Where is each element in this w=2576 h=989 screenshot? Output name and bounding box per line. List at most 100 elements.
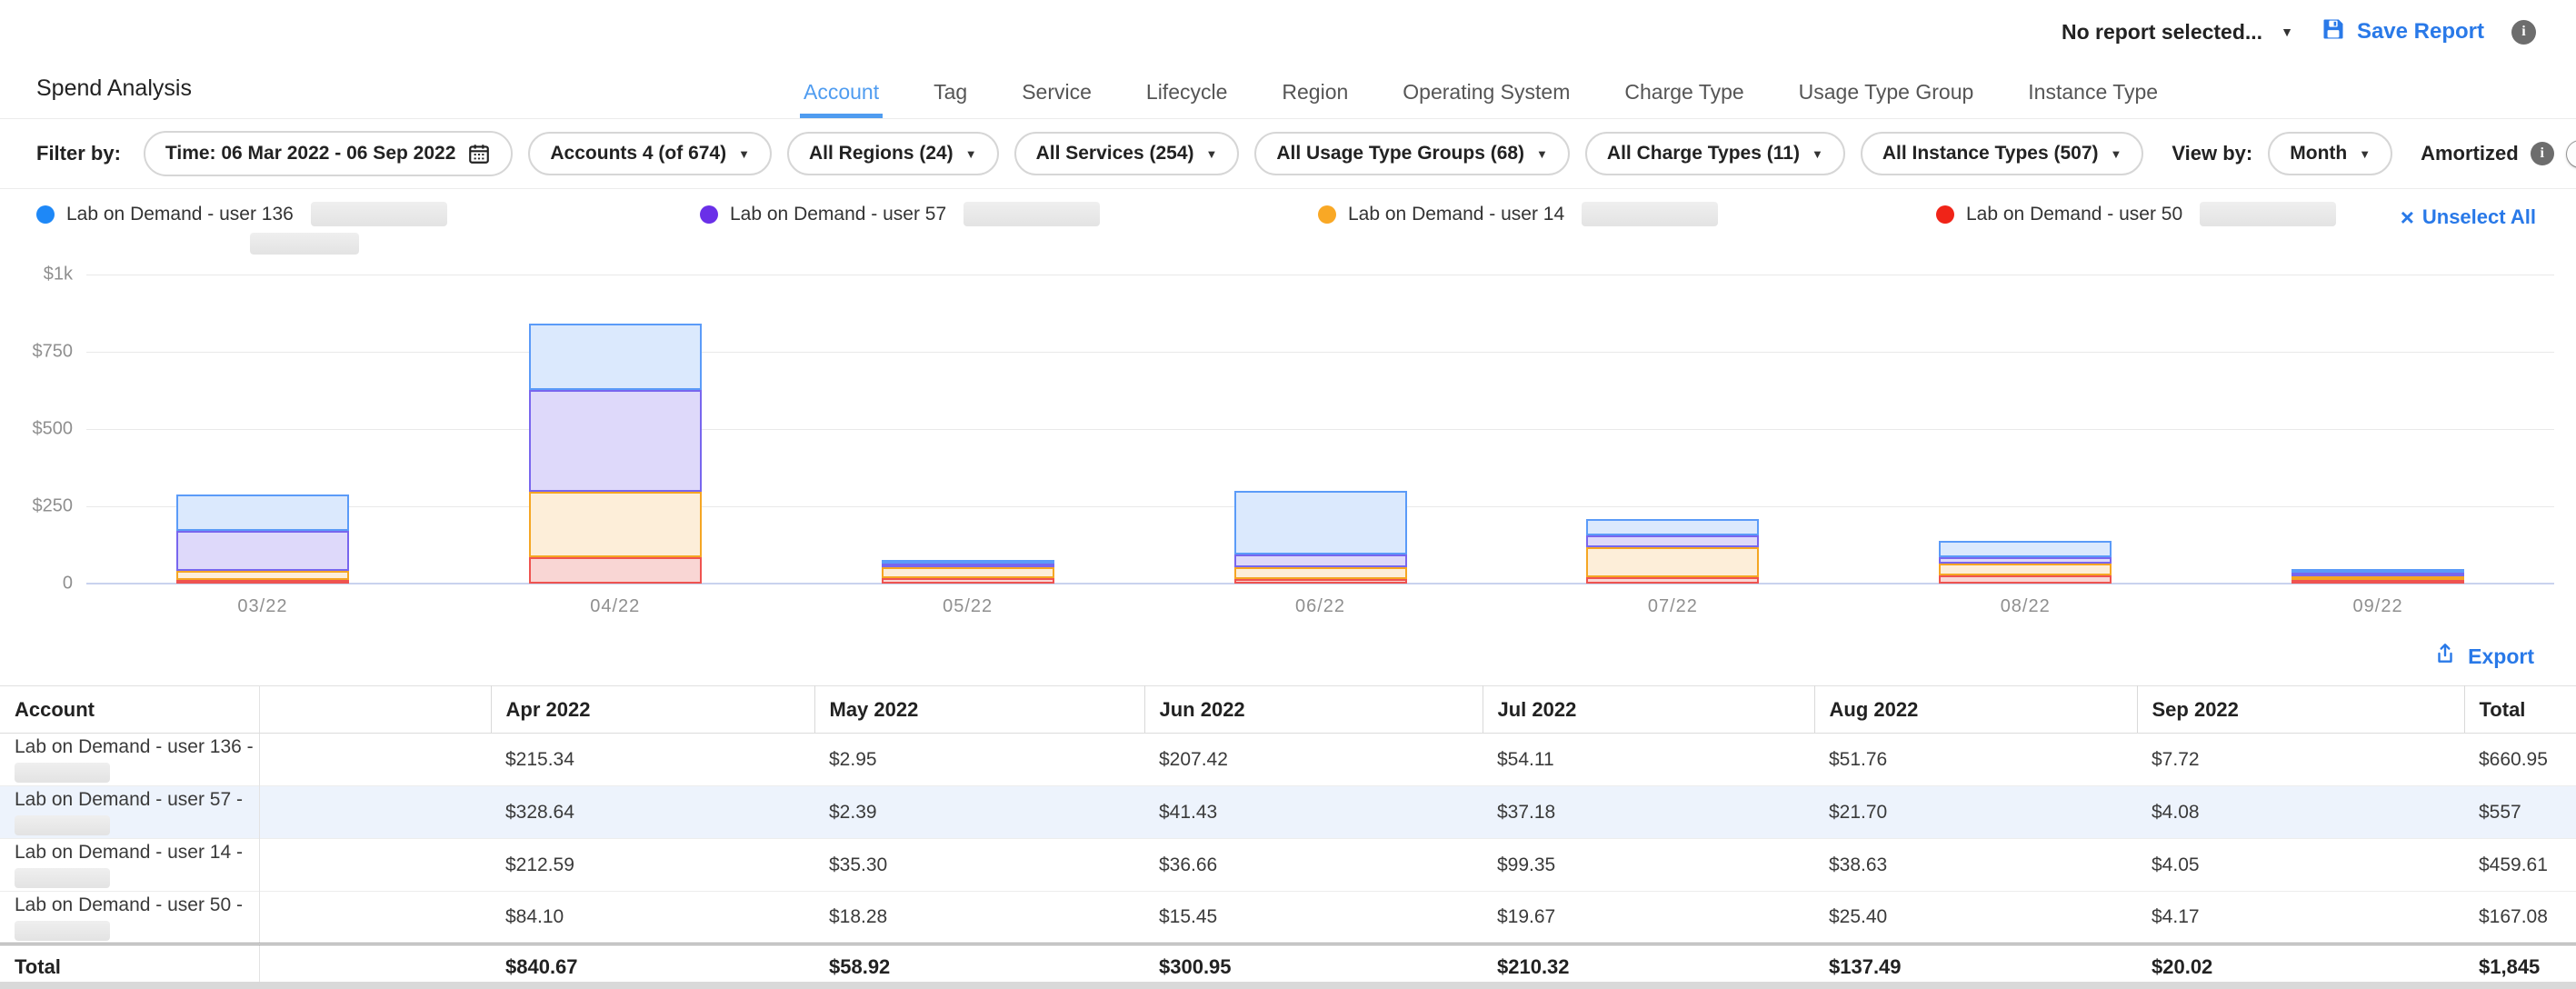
filter-pill-label: All Services (254) — [1036, 143, 1194, 165]
bar-segment-lab-on-demand-user-136[interactable] — [1586, 519, 1759, 535]
bar-segment-lab-on-demand-user-136[interactable] — [176, 494, 349, 532]
bar-segment-lab-on-demand-user-57[interactable] — [1586, 535, 1759, 547]
tab-tag[interactable]: Tag — [930, 80, 971, 118]
value-cell: $19.67 — [1483, 892, 1814, 944]
toggle-knob — [2567, 141, 2576, 167]
save-report-button[interactable]: Save Report — [2321, 16, 2484, 48]
column-header-jun-2022: Jun 2022 — [1144, 686, 1483, 734]
y-axis-labels: $1k$750$500$2500 — [0, 275, 73, 584]
chevron-down-icon: ▼ — [2359, 148, 2371, 160]
export-button[interactable]: Export — [2433, 642, 2534, 671]
redacted-text — [15, 763, 110, 783]
report-selector-dropdown[interactable]: No report selected... ▼ — [2062, 20, 2293, 45]
chevron-down-icon: ▼ — [1536, 148, 1548, 160]
info-icon[interactable]: i — [2511, 20, 2536, 45]
bar-segment-lab-on-demand-user-50[interactable] — [2291, 580, 2464, 584]
value-cell: $660.95 — [2464, 734, 2576, 786]
bar-segment-lab-on-demand-user-136[interactable] — [1234, 491, 1407, 555]
account-name: Lab on Demand - user 57 - — [15, 789, 254, 811]
bar-segment-lab-on-demand-user-136[interactable] — [1939, 541, 2112, 557]
filter-pill-all-instance-types[interactable]: All Instance Types (507)▼ — [1861, 132, 2144, 175]
amortized-toggle[interactable] — [2566, 140, 2576, 168]
x-tick-label: 05/22 — [792, 596, 1144, 617]
filter-pill-time-06-mar-2022-06-sep-2022[interactable]: Time: 06 Mar 2022 - 06 Sep 2022 — [144, 131, 513, 176]
filter-pill-all-regions[interactable]: All Regions (24)▼ — [787, 132, 999, 175]
stacked-bar-09-22[interactable] — [2291, 569, 2464, 584]
bar-segment-lab-on-demand-user-14[interactable] — [1234, 567, 1407, 578]
legend-item-lab-on-demand-user-50[interactable]: Lab on Demand - user 50 — [1936, 202, 2336, 255]
filter-pill-accounts-4[interactable]: Accounts 4 (of 674)▼ — [528, 132, 772, 175]
tab-service[interactable]: Service — [1018, 80, 1095, 118]
stacked-bar-06-22[interactable] — [1234, 491, 1407, 584]
spend-table: AccountApr 2022May 2022Jun 2022Jul 2022A… — [0, 685, 2576, 989]
column-header-aug-2022: Aug 2022 — [1814, 686, 2137, 734]
bar-segment-lab-on-demand-user-14[interactable] — [882, 567, 1054, 578]
tab-operating-system[interactable]: Operating System — [1399, 80, 1573, 118]
tab-lifecycle[interactable]: Lifecycle — [1143, 80, 1231, 118]
chevron-down-icon: ▼ — [1812, 148, 1823, 160]
export-icon — [2433, 642, 2457, 671]
value-cell: $7.72 — [2137, 734, 2464, 786]
tab-region[interactable]: Region — [1278, 80, 1352, 118]
filter-pill-label: All Charge Types (11) — [1607, 143, 1800, 165]
bar-segment-lab-on-demand-user-50[interactable] — [1234, 579, 1407, 584]
x-tick-label: 07/22 — [1496, 596, 1849, 617]
series-color-dot — [700, 205, 718, 224]
value-cell: $215.34 — [491, 734, 814, 786]
bar-segment-lab-on-demand-user-14[interactable] — [1586, 547, 1759, 578]
view-by-dropdown[interactable]: Month ▼ — [2268, 132, 2392, 175]
filter-pill-all-charge-types[interactable]: All Charge Types (11) ▼ — [1585, 132, 1845, 175]
tab-account[interactable]: Account — [800, 80, 883, 118]
bar-segment-lab-on-demand-user-50[interactable] — [1939, 575, 2112, 584]
column-header-sep-2022: Sep 2022 — [2137, 686, 2464, 734]
filter-pill-all-services[interactable]: All Services (254)▼ — [1014, 132, 1240, 175]
bar-segment-lab-on-demand-user-57[interactable] — [1939, 557, 2112, 564]
stacked-bar-07-22[interactable] — [1586, 519, 1759, 584]
bar-slot-06-22 — [1144, 275, 1497, 584]
filter-bar: Filter by: Time: 06 Mar 2022 - 06 Sep 20… — [0, 119, 2576, 189]
bar-segment-lab-on-demand-user-50[interactable] — [529, 557, 702, 584]
series-color-dot — [1936, 205, 1954, 224]
filter-pill-label: Time: 06 Mar 2022 - 06 Sep 2022 — [165, 143, 455, 165]
bar-segment-lab-on-demand-user-50[interactable] — [1586, 577, 1759, 584]
legend-bar: Lab on Demand - user 136Lab on Demand - … — [0, 189, 2576, 256]
stacked-bar-05-22[interactable] — [882, 560, 1054, 584]
bar-segment-lab-on-demand-user-57[interactable] — [1234, 554, 1407, 567]
unselect-all-button[interactable]: × Unselect All — [2401, 205, 2536, 229]
table-row: Lab on Demand - user 50 -$84.10$18.28$15… — [0, 892, 2576, 944]
spend-chart: $1k$750$500$2500 03/2204/2205/2206/2207/… — [0, 256, 2576, 629]
bar-segment-lab-on-demand-user-136[interactable] — [529, 324, 702, 390]
filter-pill-all-usage-type-groups[interactable]: All Usage Type Groups (68)▼ — [1254, 132, 1570, 175]
close-icon: × — [2401, 205, 2414, 229]
legend-item-lab-on-demand-user-14[interactable]: Lab on Demand - user 14 — [1318, 202, 1936, 255]
report-selector-label: No report selected... — [2062, 20, 2262, 45]
filter-pill-label: All Regions (24) — [809, 143, 954, 165]
bar-segment-lab-on-demand-user-14[interactable] — [176, 571, 349, 580]
legend-label: Lab on Demand - user 14 — [1348, 204, 1564, 225]
tab-instance-type[interactable]: Instance Type — [2024, 80, 2162, 118]
legend-item-lab-on-demand-user-136[interactable]: Lab on Demand - user 136 — [36, 202, 700, 255]
bar-segment-lab-on-demand-user-50[interactable] — [882, 578, 1054, 584]
bar-segment-lab-on-demand-user-50[interactable] — [176, 580, 349, 584]
value-cell: $557 — [2464, 786, 2576, 839]
column-header-apr-2022: Apr 2022 — [491, 686, 814, 734]
y-tick-label: $1k — [44, 265, 73, 285]
redacted-text — [15, 921, 110, 941]
value-cell: $21.70 — [1814, 786, 2137, 839]
filter-pills: Time: 06 Mar 2022 - 06 Sep 2022 Accounts … — [144, 131, 2143, 176]
stacked-bar-04-22[interactable] — [529, 324, 702, 584]
bar-segment-lab-on-demand-user-57[interactable] — [176, 531, 349, 571]
bar-segment-lab-on-demand-user-14[interactable] — [529, 492, 702, 557]
stacked-bar-08-22[interactable] — [1939, 541, 2112, 584]
info-icon[interactable]: i — [2531, 142, 2554, 165]
top-bar: No report selected... ▼ Save Report i — [0, 0, 2576, 53]
bar-segment-lab-on-demand-user-14[interactable] — [1939, 564, 2112, 575]
save-icon — [2321, 16, 2346, 48]
tab-charge-type[interactable]: Charge Type — [1621, 80, 1747, 118]
chart-plot-area — [86, 275, 2554, 584]
legend-item-lab-on-demand-user-57[interactable]: Lab on Demand - user 57 — [700, 202, 1318, 255]
tab-usage-type-group[interactable]: Usage Type Group — [1795, 80, 1978, 118]
bar-segment-lab-on-demand-user-57[interactable] — [529, 390, 702, 492]
bar-slot-07-22 — [1496, 275, 1849, 584]
stacked-bar-03-22[interactable] — [176, 494, 349, 584]
